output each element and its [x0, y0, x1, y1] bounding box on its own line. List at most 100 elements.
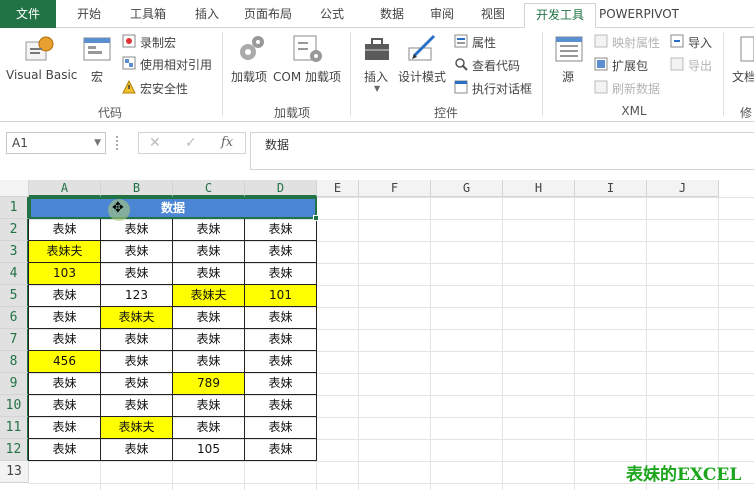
row-header[interactable]: 1 [0, 197, 29, 219]
table-cell[interactable]: 表妹 [173, 263, 245, 285]
table-cell[interactable]: 表妹 [173, 219, 245, 241]
macro-security-button[interactable]: 宏安全性 [140, 80, 188, 97]
table-cell[interactable]: 表妹 [29, 395, 101, 417]
table-cell[interactable]: 表妹 [101, 373, 173, 395]
table-cell[interactable]: 表妹 [245, 351, 317, 373]
column-header[interactable]: H [503, 180, 575, 197]
column-header[interactable]: G [431, 180, 503, 197]
row-header[interactable]: 4 [0, 263, 29, 285]
row-header[interactable]: 3 [0, 241, 29, 263]
row-header[interactable]: 6 [0, 307, 29, 329]
table-cell[interactable]: 表妹 [173, 241, 245, 263]
enter-icon[interactable]: ✓ [185, 133, 197, 153]
select-all-corner[interactable] [0, 180, 29, 197]
chevron-down-icon[interactable]: ▼ [94, 133, 101, 153]
row-header[interactable]: 11 [0, 417, 29, 439]
column-header[interactable]: B [101, 180, 173, 197]
column-header[interactable]: C [173, 180, 245, 197]
table-cell[interactable]: 表妹 [245, 241, 317, 263]
table-cell[interactable]: 表妹 [101, 219, 173, 241]
table-cell[interactable]: 表妹 [245, 439, 317, 461]
tab-item[interactable]: 审阅 [422, 3, 462, 28]
tab-item[interactable]: 插入 [186, 3, 228, 28]
table-cell[interactable]: 表妹夫 [29, 241, 101, 263]
tab-item[interactable]: 视图 [470, 3, 516, 28]
table-cell[interactable]: 表妹夫 [101, 307, 173, 329]
row-header[interactable]: 7 [0, 329, 29, 351]
import-button[interactable]: 导入 [688, 34, 712, 51]
insert-control-button[interactable]: 插入 [364, 68, 388, 85]
formula-input[interactable]: 数据 [250, 132, 754, 170]
table-cell[interactable]: 表妹 [173, 395, 245, 417]
row-header[interactable]: 8 [0, 351, 29, 373]
table-cell[interactable]: 表妹 [245, 329, 317, 351]
document-panel-button[interactable]: 文档 [732, 68, 754, 85]
xml-source-button[interactable]: 源 [562, 68, 574, 85]
tab-item[interactable]: 页面布局 [236, 3, 300, 28]
table-cell[interactable]: 表妹 [101, 263, 173, 285]
refresh-data-button[interactable]: 刷新数据 [612, 80, 660, 97]
name-box[interactable]: A1 ▼ [6, 132, 106, 154]
table-cell[interactable]: 789 [173, 373, 245, 395]
cancel-icon[interactable]: ✕ [149, 133, 161, 153]
table-cell[interactable]: 表妹 [101, 241, 173, 263]
column-header[interactable]: I [575, 180, 647, 197]
row-header[interactable]: 12 [0, 439, 29, 461]
column-header[interactable]: D [245, 180, 317, 197]
table-cell[interactable]: 表妹 [29, 285, 101, 307]
column-header[interactable]: F [359, 180, 431, 197]
table-cell[interactable]: 表妹 [245, 263, 317, 285]
table-cell[interactable]: 表妹夫 [101, 417, 173, 439]
table-cell[interactable]: 103 [29, 263, 101, 285]
tab-item[interactable]: 公式 [306, 3, 358, 28]
map-properties-button[interactable]: 映射属性 [612, 34, 660, 51]
column-header[interactable]: J [647, 180, 719, 197]
table-cell[interactable]: 105 [173, 439, 245, 461]
properties-button[interactable]: 属性 [472, 34, 496, 51]
row-header[interactable]: 13 [0, 461, 29, 483]
table-cell[interactable]: 123 [101, 285, 173, 307]
tab-item[interactable]: 开始 [68, 3, 110, 28]
table-cell[interactable]: 表妹 [245, 395, 317, 417]
relative-reference-button[interactable]: 使用相对引用 [140, 56, 212, 73]
run-dialog-button[interactable]: 执行对话框 [472, 80, 532, 97]
table-cell[interactable]: 表妹 [101, 395, 173, 417]
design-mode-button[interactable]: 设计模式 [398, 68, 446, 85]
tab-item[interactable]: 工具箱 [116, 3, 180, 28]
fill-handle[interactable] [313, 215, 319, 221]
table-cell[interactable]: 表妹夫 [173, 285, 245, 307]
table-cell[interactable]: 表妹 [101, 439, 173, 461]
table-header-cell[interactable]: 数据 [29, 197, 317, 219]
table-cell[interactable]: 表妹 [29, 373, 101, 395]
tab-file[interactable]: 文件 [0, 0, 56, 28]
row-header[interactable]: 10 [0, 395, 29, 417]
tab-item[interactable]: 数据 [370, 3, 414, 28]
table-cell[interactable]: 表妹 [101, 329, 173, 351]
export-button[interactable]: 导出 [688, 57, 712, 74]
table-cell[interactable]: 表妹 [245, 219, 317, 241]
table-cell[interactable]: 101 [245, 285, 317, 307]
record-macro-button[interactable]: 录制宏 [140, 34, 176, 51]
table-cell[interactable]: 表妹 [173, 329, 245, 351]
table-cell[interactable]: 表妹 [101, 351, 173, 373]
table-cell[interactable]: 表妹 [173, 307, 245, 329]
table-cell[interactable]: 表妹 [245, 307, 317, 329]
table-cell[interactable]: 表妹 [29, 219, 101, 241]
visual-basic-button[interactable]: Visual Basic [6, 68, 77, 82]
table-cell[interactable]: 表妹 [29, 439, 101, 461]
view-code-button[interactable]: 查看代码 [472, 57, 520, 74]
table-cell[interactable]: 表妹 [29, 417, 101, 439]
table-cell[interactable]: 表妹 [245, 373, 317, 395]
column-header[interactable]: E [317, 180, 359, 197]
tab-item[interactable]: 开发工具 [524, 3, 596, 28]
insert-function-icon[interactable]: fx [221, 133, 233, 153]
table-cell[interactable]: 表妹 [173, 351, 245, 373]
table-cell[interactable]: 表妹 [29, 307, 101, 329]
column-header[interactable]: A [29, 180, 101, 197]
table-cell[interactable]: 表妹 [29, 329, 101, 351]
expansion-pack-button[interactable]: 扩展包 [612, 57, 648, 74]
row-header[interactable]: 9 [0, 373, 29, 395]
addins-button[interactable]: 加载项 [231, 68, 267, 85]
table-cell[interactable]: 表妹 [245, 417, 317, 439]
macros-button[interactable]: 宏 [91, 68, 103, 85]
